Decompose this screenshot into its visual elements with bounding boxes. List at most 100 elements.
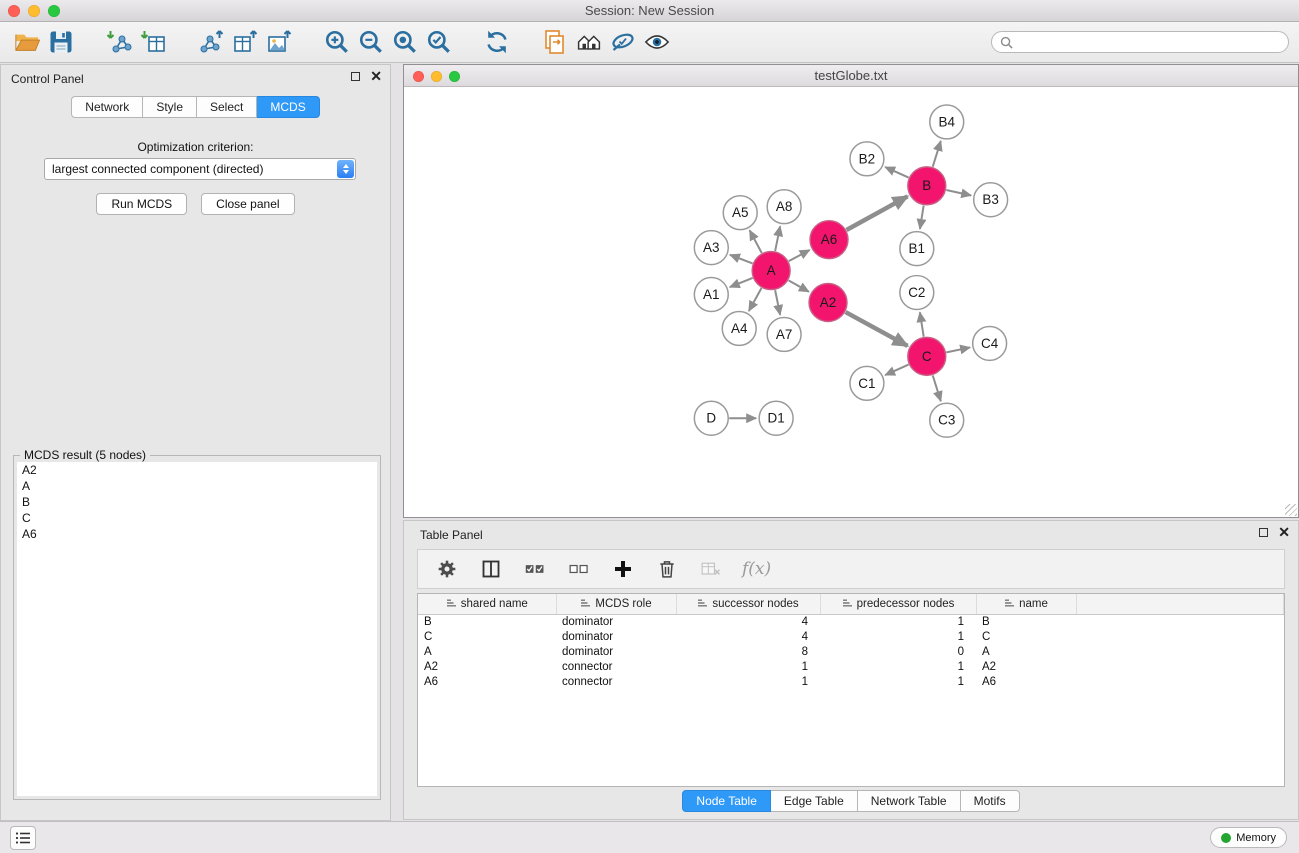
graph-node-B2[interactable]: B2 [850,142,884,176]
export-table-button[interactable] [228,26,262,58]
create-column-button[interactable] [610,556,636,582]
graph-node-C[interactable]: C [908,337,946,375]
graph-node-A[interactable]: A [752,252,790,290]
graph-node-B1[interactable]: B1 [900,232,934,266]
delete-column-button[interactable] [654,556,680,582]
search-field[interactable] [991,31,1289,53]
float-panel-icon[interactable] [351,72,360,81]
graph-node-C4[interactable]: C4 [973,326,1007,360]
show-columns-button[interactable] [478,556,504,582]
zoom-selected-button[interactable] [422,26,456,58]
column-header-MCDS-role[interactable]: MCDS role [556,594,676,614]
import-table-button[interactable] [136,26,170,58]
table-cell: B [976,614,1076,629]
graph-node-C2[interactable]: C2 [900,276,934,310]
table-row[interactable]: Cdominator41C [418,629,1284,644]
graph-node-C1[interactable]: C1 [850,366,884,400]
network-graph: B4 B2 B B3 A5 A8 A6 A3 B1 A C2 A1 A2 A4 A7 C4 C C1 D D1 C3 [404,87,1298,517]
result-item[interactable]: A [17,478,377,494]
run-mcds-button[interactable]: Run MCDS [96,193,187,215]
export-image-button[interactable] [262,26,296,58]
column-header-name[interactable]: name [976,594,1076,614]
show-graphics-details-button[interactable] [640,26,674,58]
tab-network-table[interactable]: Network Table [858,790,961,812]
graph-edge [789,250,810,261]
graph-node-D1[interactable]: D1 [759,401,793,435]
graph-node-A3[interactable]: A3 [694,231,728,265]
open-file-button[interactable] [10,26,44,58]
table-settings-button[interactable] [434,556,460,582]
graph-node-A5[interactable]: A5 [723,196,757,230]
zoom-network-window-button[interactable] [449,71,460,82]
task-history-button[interactable] [10,826,36,850]
svg-text:A4: A4 [731,321,748,336]
tab-mcds[interactable]: MCDS [257,96,319,118]
graph-node-A4[interactable]: A4 [722,311,756,345]
tab-network[interactable]: Network [71,96,143,118]
table-row[interactable]: A2connector11A2 [418,659,1284,674]
export-network-button[interactable] [194,26,228,58]
tab-node-table[interactable]: Node Table [682,790,771,812]
refresh-layout-button[interactable] [480,26,514,58]
graph-edge [933,141,941,167]
column-header-shared-name[interactable]: shared name [418,594,556,614]
graph-edge [750,230,762,253]
graph-edge [749,288,762,311]
graph-node-B3[interactable]: B3 [974,183,1008,217]
zoom-in-button[interactable] [320,26,354,58]
result-item[interactable]: A6 [17,526,377,542]
graph-node-A7[interactable]: A7 [767,317,801,351]
search-input[interactable] [1018,35,1280,49]
column-header-predecessor-nodes[interactable]: predecessor nodes [820,594,976,614]
annotation-mode-button[interactable] [606,26,640,58]
table-cell: 1 [820,674,976,689]
tab-motifs[interactable]: Motifs [961,790,1020,812]
close-table-panel-icon[interactable]: ✕ [1278,528,1290,537]
table-cell: 1 [676,674,820,689]
export-document-button[interactable] [538,26,572,58]
network-canvas[interactable]: B4 B2 B B3 A5 A8 A6 A3 B1 A C2 A1 A2 A4 A7 C4 C C1 D D1 C3 [404,87,1298,517]
close-panel-icon[interactable]: ✕ [370,72,382,81]
graph-node-A1[interactable]: A1 [694,278,728,312]
table-row[interactable]: Bdominator41B [418,614,1284,629]
home-button[interactable] [572,26,606,58]
resize-grip[interactable] [1285,504,1297,516]
graph-node-C3[interactable]: C3 [930,403,964,437]
table-cell: A6 [418,674,556,689]
minimize-window-button[interactable] [28,5,40,17]
table-row[interactable]: A6connector11A6 [418,674,1284,689]
column-header-successor-nodes[interactable]: successor nodes [676,594,820,614]
memory-button[interactable]: Memory [1210,827,1287,848]
graph-node-B[interactable]: B [908,167,946,205]
svg-text:B3: B3 [982,192,998,207]
zoom-out-button[interactable] [354,26,388,58]
minimize-network-window-button[interactable] [431,71,442,82]
result-item[interactable]: A2 [17,462,377,478]
graph-node-A2[interactable]: A2 [809,284,847,322]
table-cell: 1 [820,629,976,644]
graph-node-D[interactable]: D [694,401,728,435]
tab-select[interactable]: Select [197,96,257,118]
save-session-button[interactable] [44,26,78,58]
close-network-window-button[interactable] [413,71,424,82]
import-network-button[interactable] [102,26,136,58]
zoom-fit-button[interactable] [388,26,422,58]
close-window-button[interactable] [8,5,20,17]
graph-node-A6[interactable]: A6 [810,221,848,259]
select-all-columns-button[interactable] [522,556,548,582]
zoom-window-button[interactable] [48,5,60,17]
float-table-panel-icon[interactable] [1259,528,1268,537]
close-panel-button[interactable]: Close panel [201,193,294,215]
graph-node-A8[interactable]: A8 [767,190,801,224]
tab-style[interactable]: Style [143,96,197,118]
criterion-dropdown[interactable]: largest connected component (directed) [44,158,356,180]
result-item[interactable]: C [17,510,377,526]
unselect-all-columns-button[interactable] [566,556,592,582]
result-item[interactable]: B [17,494,377,510]
node-table: shared nameMCDS rolesuccessor nodesprede… [417,593,1285,787]
columns-icon [481,559,501,579]
criterion-dropdown-value: largest connected component (directed) [45,162,337,176]
tab-edge-table[interactable]: Edge Table [771,790,858,812]
table-row[interactable]: Adominator80A [418,644,1284,659]
graph-node-B4[interactable]: B4 [930,105,964,139]
